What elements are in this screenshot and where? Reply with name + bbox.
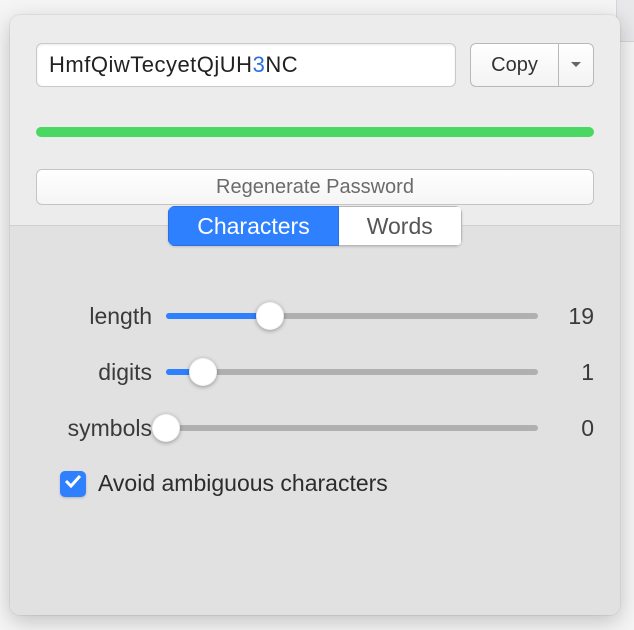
slider-thumb[interactable] xyxy=(152,414,180,442)
length-row: length 19 xyxy=(36,302,594,330)
password-row: HmfQiwTecyetQjUH3NC Copy xyxy=(36,43,594,87)
symbols-value: 0 xyxy=(538,415,594,442)
copy-button-group: Copy xyxy=(470,43,594,87)
tab-characters[interactable]: Characters xyxy=(168,206,338,246)
digits-row: digits 1 xyxy=(36,358,594,386)
avoid-ambiguous-label: Avoid ambiguous characters xyxy=(98,470,388,497)
password-output[interactable]: HmfQiwTecyetQjUH3NC xyxy=(36,43,456,87)
slider-thumb[interactable] xyxy=(189,358,217,386)
top-section: HmfQiwTecyetQjUH3NC Copy Regenerate Pass… xyxy=(10,15,620,205)
mode-segmented-control: Characters Words xyxy=(36,206,594,246)
slider-controls: length 19 digits 1 symbols xyxy=(36,302,594,497)
slider-fill xyxy=(166,313,270,319)
regenerate-button[interactable]: Regenerate Password xyxy=(36,169,594,205)
password-digit: 3 xyxy=(253,52,266,78)
strength-meter xyxy=(36,127,594,137)
digits-value: 1 xyxy=(538,359,594,386)
tab-words[interactable]: Words xyxy=(339,206,462,246)
length-label: length xyxy=(36,303,166,330)
symbols-row: symbols 0 xyxy=(36,414,594,442)
password-letters: HmfQiwTecyetQjUH xyxy=(49,52,253,78)
slider-track xyxy=(166,369,538,375)
slider-thumb[interactable] xyxy=(256,302,284,330)
password-letters: NC xyxy=(265,52,298,78)
options-section: Characters Words length 19 digits xyxy=(10,225,620,615)
slider-track xyxy=(166,425,538,431)
password-generator-panel: HmfQiwTecyetQjUH3NC Copy Regenerate Pass… xyxy=(10,15,620,615)
copy-button[interactable]: Copy xyxy=(470,43,558,87)
check-icon xyxy=(64,474,82,493)
avoid-ambiguous-row: Avoid ambiguous characters xyxy=(60,470,594,497)
length-slider[interactable] xyxy=(166,302,538,330)
digits-label: digits xyxy=(36,359,166,386)
digits-slider[interactable] xyxy=(166,358,538,386)
avoid-ambiguous-checkbox[interactable] xyxy=(60,471,86,497)
length-value: 19 xyxy=(538,303,594,330)
copy-dropdown-button[interactable] xyxy=(558,43,594,87)
symbols-label: symbols xyxy=(36,415,166,442)
chevron-down-icon xyxy=(570,56,582,74)
symbols-slider[interactable] xyxy=(166,414,538,442)
